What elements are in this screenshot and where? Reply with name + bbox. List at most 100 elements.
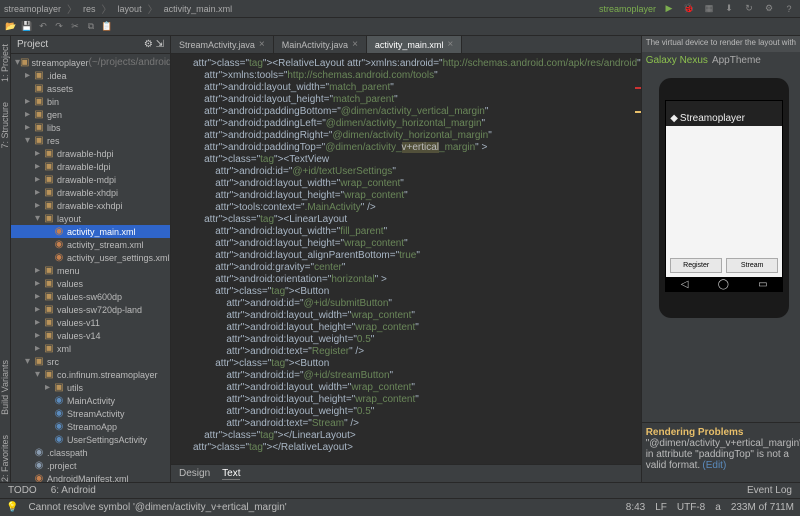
tree-.project[interactable]: ◉.project (11, 459, 170, 472)
tab-activity_main.xml[interactable]: activity_main.xml × (367, 36, 462, 53)
close-icon[interactable]: × (352, 39, 358, 50)
tree-utils[interactable]: ▸▣utils (11, 381, 170, 394)
code-editor[interactable]: attr">class="tag"><RelativeLayout attr">… (171, 54, 641, 464)
debug-icon[interactable]: 🐞 (682, 2, 696, 16)
memory[interactable]: 233M of 711M (731, 502, 794, 513)
err-edit-link[interactable]: (Edit) (702, 460, 726, 471)
project-tool-window: Project ⚙ ⇲ ▾▣streamoplayer (~/projects/… (11, 36, 171, 482)
project-gear-icon[interactable]: ⚙ ⇲ (144, 39, 164, 50)
app-title: Streamoplayer (680, 113, 745, 124)
tree-assets[interactable]: ▣assets (11, 82, 170, 95)
breadcrumb-bar: streamoplayer〉 res〉 layout〉 activity_mai… (0, 0, 800, 18)
tree-co.infinum.streamoplayer[interactable]: ▾▣co.infinum.streamoplayer (11, 368, 170, 381)
render-errors: Rendering Problems "@dimen/activity_v+er… (642, 422, 800, 482)
avd-icon[interactable]: ▦ (702, 2, 716, 16)
preview-hint: The virtual device to render the layout … (642, 36, 800, 52)
copy-icon[interactable]: ⧉ (84, 20, 98, 34)
tree-src[interactable]: ▾▣src (11, 355, 170, 368)
run-config[interactable]: streamoplayer (599, 4, 656, 14)
tool-window-bar: TODO 6: Android Event Log (0, 482, 800, 498)
caret-pos: 8:43 (626, 502, 645, 513)
paste-icon[interactable]: 📋 (100, 20, 114, 34)
encoding[interactable]: UTF-8 (677, 502, 705, 513)
register-button[interactable]: Register (670, 258, 722, 273)
tree-res[interactable]: ▾▣res (11, 134, 170, 147)
sync-icon[interactable]: ↻ (742, 2, 756, 16)
redo-icon[interactable]: ↷ (52, 20, 66, 34)
device-frame: ◆Streamoplayer Register Stream ◁◯▭ (659, 78, 789, 318)
tree-libs[interactable]: ▸▣libs (11, 121, 170, 134)
bc-2[interactable]: layout (118, 4, 142, 14)
help-icon[interactable]: ? (782, 2, 796, 16)
tree-activity_main.xml[interactable]: ◉activity_main.xml (11, 225, 170, 238)
layout-preview: The virtual device to render the layout … (641, 36, 800, 482)
tab-MainActivity.java[interactable]: MainActivity.java × (274, 36, 367, 53)
nav-bar: ◁ ◯ ▭ (666, 277, 782, 291)
error-stripe[interactable] (635, 54, 641, 464)
err-title: Rendering Problems (646, 427, 744, 438)
todo-tab[interactable]: TODO (8, 485, 37, 496)
tree-activity_user_settings.xml[interactable]: ◉activity_user_settings.xml (11, 251, 170, 264)
save-icon[interactable]: 💾 (20, 20, 34, 34)
bc-0[interactable]: streamoplayer (4, 4, 61, 14)
tree-values-sw720dp-land[interactable]: ▸▣values-sw720dp-land (11, 303, 170, 316)
stream-button[interactable]: Stream (726, 258, 778, 273)
tree-values-v11[interactable]: ▸▣values-v11 (11, 316, 170, 329)
tree-xml[interactable]: ▸▣xml (11, 342, 170, 355)
tree-values-sw600dp[interactable]: ▸▣values-sw600dp (11, 290, 170, 303)
home-icon[interactable]: ◯ (718, 279, 729, 290)
tw-project[interactable]: 1: Project (0, 44, 10, 82)
device-select[interactable]: Galaxy Nexus (646, 55, 708, 66)
tree-.classpath[interactable]: ◉.classpath (11, 446, 170, 459)
tree-MainActivity[interactable]: ◉MainActivity (11, 394, 170, 407)
tw-favorites[interactable]: 2: Favorites (0, 435, 10, 482)
text-tab[interactable]: Text (222, 468, 240, 480)
tree-UserSettingsActivity[interactable]: ◉UserSettingsActivity (11, 433, 170, 446)
tree-AndroidManifest.xml[interactable]: ◉AndroidManifest.xml (11, 472, 170, 482)
editor-area: StreamActivity.java ×MainActivity.java ×… (171, 36, 641, 482)
tw-structure[interactable]: 7: Structure (0, 102, 10, 149)
tree-streamoplayer[interactable]: ▾▣streamoplayer (~/projects/android/... (11, 56, 170, 69)
tree-values-v14[interactable]: ▸▣values-v14 (11, 329, 170, 342)
eventlog-tab[interactable]: Event Log (747, 485, 792, 496)
sdk-icon[interactable]: ⬇ (722, 2, 736, 16)
tree-drawable-xxhdpi[interactable]: ▸▣drawable-xxhdpi (11, 199, 170, 212)
tree-StreamoApp[interactable]: ◉StreamoApp (11, 420, 170, 433)
tree-drawable-ldpi[interactable]: ▸▣drawable-ldpi (11, 160, 170, 173)
cut-icon[interactable]: ✂ (68, 20, 82, 34)
tree-values[interactable]: ▸▣values (11, 277, 170, 290)
bulb-icon[interactable]: 💡 (6, 502, 18, 513)
tree-.idea[interactable]: ▸▣.idea (11, 69, 170, 82)
theme-select[interactable]: AppTheme (712, 55, 761, 66)
tree-bin[interactable]: ▸▣bin (11, 95, 170, 108)
status-bar (666, 101, 782, 110)
undo-icon[interactable]: ↶ (36, 20, 50, 34)
run-icon[interactable]: ▶ (662, 2, 676, 16)
open-icon[interactable]: 📂 (4, 20, 18, 34)
tree-activity_stream.xml[interactable]: ◉activity_stream.xml (11, 238, 170, 251)
android-tab[interactable]: 6: Android (51, 485, 96, 496)
recent-icon[interactable]: ▭ (758, 279, 767, 290)
insert-mode: a (715, 502, 721, 513)
tree-StreamActivity[interactable]: ◉StreamActivity (11, 407, 170, 420)
tree-gen[interactable]: ▸▣gen (11, 108, 170, 121)
back-icon[interactable]: ◁ (681, 279, 689, 290)
tree-drawable-xhdpi[interactable]: ▸▣drawable-xhdpi (11, 186, 170, 199)
left-gutter: 1: Project 7: Structure Build Variants 2… (0, 36, 11, 482)
tw-buildvariants[interactable]: Build Variants (0, 360, 10, 415)
status-bar-ide: 💡 Cannot resolve symbol '@dimen/activity… (0, 498, 800, 516)
bc-1[interactable]: res (83, 4, 96, 14)
close-icon[interactable]: × (447, 39, 453, 50)
tab-StreamActivity.java[interactable]: StreamActivity.java × (171, 36, 274, 53)
design-tab[interactable]: Design (179, 468, 210, 479)
bc-3[interactable]: activity_main.xml (164, 4, 233, 14)
tree-drawable-mdpi[interactable]: ▸▣drawable-mdpi (11, 173, 170, 186)
line-sep[interactable]: LF (655, 502, 667, 513)
project-tree[interactable]: ▾▣streamoplayer (~/projects/android/...▸… (11, 54, 170, 482)
tree-menu[interactable]: ▸▣menu (11, 264, 170, 277)
tree-layout[interactable]: ▾▣layout (11, 212, 170, 225)
close-icon[interactable]: × (259, 39, 265, 50)
tree-drawable-hdpi[interactable]: ▸▣drawable-hdpi (11, 147, 170, 160)
settings-icon[interactable]: ⚙ (762, 2, 776, 16)
main-toolbar: 📂 💾 ↶ ↷ ✂ ⧉ 📋 (0, 18, 800, 36)
